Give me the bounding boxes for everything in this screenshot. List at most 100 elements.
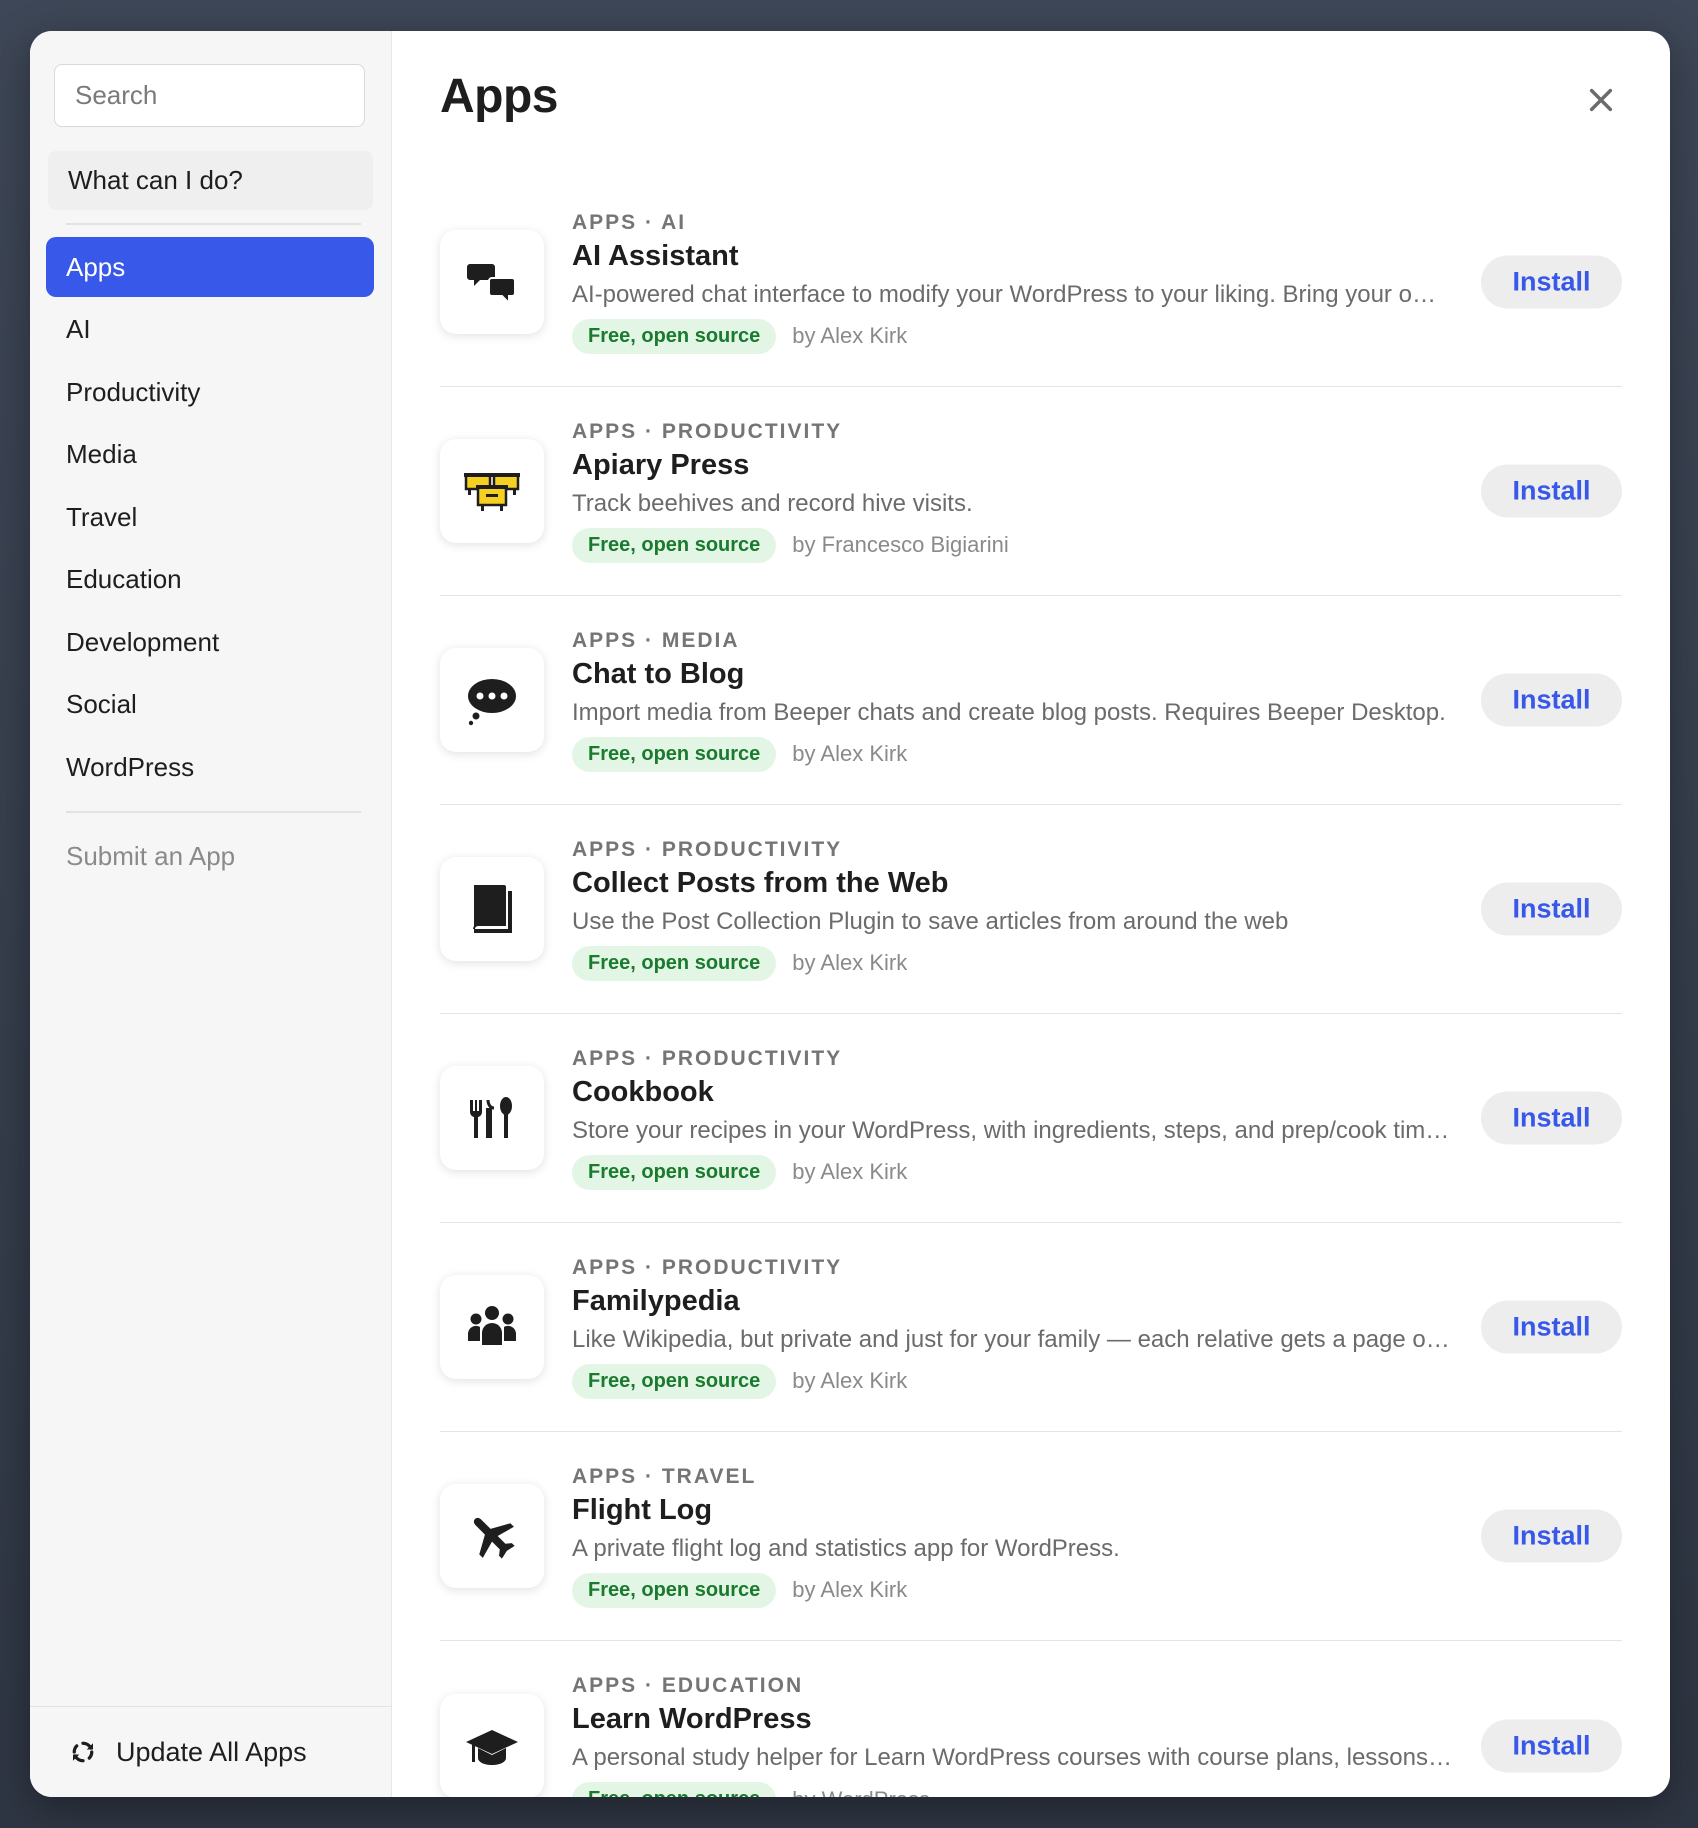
app-description: AI-powered chat interface to modify your…: [572, 280, 1452, 308]
app-category: APPS · TRAVEL: [572, 1464, 757, 1488]
update-all-label: Update All Apps: [116, 1736, 307, 1767]
app-category: APPS · AI: [572, 210, 687, 234]
app-name[interactable]: Apiary Press: [572, 449, 1462, 482]
sidebar-item-development[interactable]: Development: [46, 612, 374, 672]
install-button[interactable]: Install: [1481, 1509, 1622, 1563]
app-description: Store your recipes in your WordPress, wi…: [572, 1116, 1452, 1144]
app-author: by Alex Kirk: [792, 1159, 908, 1184]
app-row: APPS · TRAVEL Flight Log A private fligh…: [440, 1432, 1622, 1641]
license-badge: Free, open source: [572, 736, 777, 772]
app-description: A personal study helper for Learn WordPr…: [572, 1744, 1452, 1771]
app-info: APPS · PRODUCTIVITY Apiary Press Track b…: [572, 420, 1462, 563]
submit-app-link[interactable]: Submit an App: [66, 841, 375, 872]
app-meta: Free, open source by Alex Kirk: [572, 318, 1462, 354]
install-button[interactable]: Install: [1481, 882, 1622, 936]
app-category: APPS · PRODUCTIVITY: [572, 419, 843, 443]
sidebar: What can I do? Apps AI Productivity Medi…: [30, 31, 392, 1797]
app-description: Import media from Beeper chats and creat…: [572, 698, 1446, 726]
app-row: APPS · PRODUCTIVITY Collect Posts from t…: [440, 805, 1622, 1014]
app-icon-tile: [440, 1484, 544, 1588]
install-button[interactable]: Install: [1481, 255, 1622, 309]
sidebar-item-media[interactable]: Media: [46, 425, 374, 485]
sidebar-item-productivity[interactable]: Productivity: [46, 362, 374, 422]
app-info: APPS · PRODUCTIVITY Familypedia Like Wik…: [572, 1256, 1462, 1399]
divider: [66, 811, 361, 813]
people-icon: [468, 1306, 516, 1345]
utensils-icon: [469, 1097, 512, 1138]
refresh-icon: [72, 1741, 94, 1763]
app-name[interactable]: Familypedia: [572, 1285, 1462, 1318]
install-button[interactable]: Install: [1481, 1300, 1622, 1354]
app-author: by Alex Kirk: [792, 1577, 908, 1602]
app-info: APPS · EDUCATION Learn WordPress A perso…: [572, 1674, 1462, 1797]
app-icon-tile: [440, 1693, 544, 1797]
close-button[interactable]: [1580, 79, 1622, 121]
what-can-i-do-button[interactable]: What can I do?: [48, 151, 373, 210]
app-icon-tile: [440, 230, 544, 334]
app-name[interactable]: Chat to Blog: [572, 658, 1462, 691]
app-row: APPS · AI AI Assistant AI-powered chat i…: [440, 178, 1622, 387]
app-category: APPS · EDUCATION: [572, 1674, 804, 1697]
install-button[interactable]: Install: [1481, 673, 1622, 727]
install-button[interactable]: Install: [1481, 1719, 1622, 1772]
app-description: Like Wikipedia, but private and just for…: [572, 1325, 1452, 1353]
app-category: APPS · MEDIA: [572, 628, 740, 652]
airplane-icon: [473, 1517, 515, 1559]
update-all-apps-button[interactable]: Update All Apps: [30, 1706, 391, 1797]
app-info: APPS · PRODUCTIVITY Cookbook Store your …: [572, 1047, 1462, 1190]
install-button[interactable]: Install: [1481, 1091, 1622, 1145]
app-meta: Free, open source by Alex Kirk: [572, 1154, 1462, 1190]
app-category: APPS · PRODUCTIVITY: [572, 1255, 843, 1279]
app-name[interactable]: Flight Log: [572, 1494, 1462, 1527]
beehive-icon: [464, 473, 520, 511]
license-badge: Free, open source: [572, 1154, 777, 1190]
sidebar-item-wordpress[interactable]: WordPress: [46, 737, 374, 797]
app-info: APPS · PRODUCTIVITY Collect Posts from t…: [572, 838, 1462, 981]
app-icon-tile: [440, 648, 544, 752]
app-description: Use the Post Collection Plugin to save a…: [572, 907, 1289, 935]
sidebar-item-ai[interactable]: AI: [46, 300, 374, 360]
app-row: APPS · EDUCATION Learn WordPress A perso…: [440, 1641, 1622, 1797]
license-badge: Free, open source: [572, 1363, 777, 1399]
app-row: APPS · PRODUCTIVITY Cookbook Store your …: [440, 1014, 1622, 1223]
app-name[interactable]: Learn WordPress: [572, 1703, 1462, 1736]
app-name[interactable]: AI Assistant: [572, 240, 1462, 273]
close-icon: [1589, 88, 1613, 112]
app-name[interactable]: Collect Posts from the Web: [572, 867, 1462, 900]
app-icon-tile: [440, 1066, 544, 1170]
app-description: A private flight log and statistics app …: [572, 1534, 1120, 1562]
sidebar-item-travel[interactable]: Travel: [46, 487, 374, 547]
app-icon-tile: [440, 1275, 544, 1379]
app-info: APPS · TRAVEL Flight Log A private fligh…: [572, 1465, 1462, 1608]
graduation-cap-icon: [466, 1729, 518, 1765]
app-list: APPS · AI AI Assistant AI-powered chat i…: [440, 178, 1622, 1797]
app-name[interactable]: Cookbook: [572, 1076, 1462, 1109]
app-author: by WordPress: [792, 1787, 930, 1798]
app-author: by Alex Kirk: [792, 1368, 908, 1393]
search-input[interactable]: [54, 64, 365, 127]
license-badge: Free, open source: [572, 1572, 777, 1608]
sidebar-item-apps[interactable]: Apps: [46, 237, 374, 297]
app-row: APPS · MEDIA Chat to Blog Import media f…: [440, 596, 1622, 805]
app-author: by Alex Kirk: [792, 950, 908, 975]
app-meta: Free, open source by Alex Kirk: [572, 1363, 1462, 1399]
app-meta: Free, open source by Francesco Bigiarini: [572, 527, 1462, 563]
app-icon-tile: [440, 439, 544, 543]
license-badge: Free, open source: [572, 318, 777, 354]
app-author: by Francesco Bigiarini: [792, 532, 1009, 557]
app-meta: Free, open source by WordPress: [572, 1782, 1462, 1797]
apps-modal: What can I do? Apps AI Productivity Medi…: [30, 31, 1670, 1797]
app-row: APPS · PRODUCTIVITY Familypedia Like Wik…: [440, 1223, 1622, 1432]
app-author: by Alex Kirk: [792, 323, 908, 348]
app-info: APPS · MEDIA Chat to Blog Import media f…: [572, 629, 1462, 772]
app-author: by Alex Kirk: [792, 741, 908, 766]
page-title: Apps: [440, 70, 559, 123]
sidebar-item-social[interactable]: Social: [46, 675, 374, 735]
divider: [66, 223, 361, 225]
main-panel: Apps APPS · AI AI Assistant AI-powered c…: [392, 31, 1670, 1797]
app-meta: Free, open source by Alex Kirk: [572, 1572, 1462, 1608]
install-button[interactable]: Install: [1481, 464, 1622, 518]
sidebar-item-education[interactable]: Education: [46, 550, 374, 610]
license-badge: Free, open source: [572, 527, 777, 563]
book-icon: [473, 885, 512, 933]
